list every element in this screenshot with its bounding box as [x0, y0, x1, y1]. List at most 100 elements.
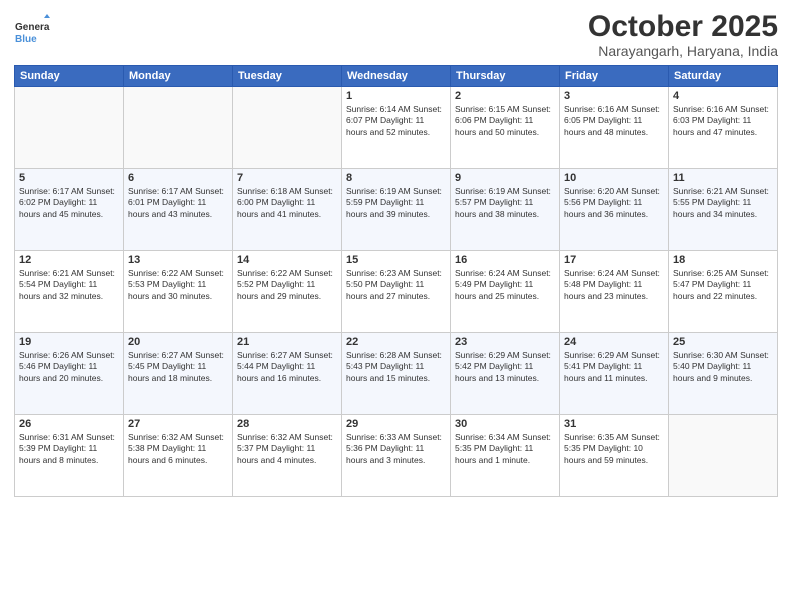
svg-text:Blue: Blue	[15, 34, 37, 45]
day-number: 3	[564, 90, 664, 102]
calendar-cell-2-2: 6 Sunrise: 6:17 AM Sunset: 6:01 PM Daylig…	[124, 169, 233, 251]
day-number: 5	[19, 172, 119, 184]
day-number: 11	[673, 172, 773, 184]
day-number: 8	[346, 172, 446, 184]
day-info: Sunrise: 6:22 AM Sunset: 5:52 PM Dayligh…	[237, 268, 337, 302]
calendar-cell-5-3: 28 Sunrise: 6:32 AM Sunset: 5:37 PM Dayli…	[233, 415, 342, 497]
day-number: 1	[346, 90, 446, 102]
calendar-week-5: 26Sunrise: 6:31 AM Sunset: 5:39 PM Dayli…	[15, 415, 778, 497]
header-thursday: Thursday	[451, 66, 560, 87]
day-info: Sunrise: 6:35 AM Sunset: 5:35 PM Dayligh…	[564, 432, 664, 466]
calendar-cell-3-7: 18 Sunrise: 6:25 AM Sunset: 5:47 PM Dayli…	[669, 251, 778, 333]
day-info: Sunrise: 6:21 AM Sunset: 5:54 PM Dayligh…	[19, 268, 119, 302]
calendar-cell-2-5: 9 Sunrise: 6:19 AM Sunset: 5:57 PM Daylig…	[451, 169, 560, 251]
day-info: Sunrise: 6:29 AM Sunset: 5:41 PM Dayligh…	[564, 350, 664, 384]
calendar-cell-1-2	[124, 87, 233, 169]
calendar-week-1: 1 Sunrise: 6:14 AM Sunset: 6:07 PM Daylig…	[15, 87, 778, 169]
title-block: October 2025 Narayangarh, Haryana, India	[588, 10, 778, 59]
day-number: 23	[455, 336, 555, 348]
day-number: 12	[19, 254, 119, 266]
calendar-cell-5-1: 26Sunrise: 6:31 AM Sunset: 5:39 PM Dayli…	[15, 415, 124, 497]
calendar-cell-3-1: 12 Sunrise: 6:21 AM Sunset: 5:54 PM Dayli…	[15, 251, 124, 333]
day-info: Sunrise: 6:16 AM Sunset: 6:05 PM Dayligh…	[564, 104, 664, 138]
calendar-cell-1-6: 3 Sunrise: 6:16 AM Sunset: 6:05 PM Daylig…	[560, 87, 669, 169]
calendar-week-2: 5 Sunrise: 6:17 AM Sunset: 6:02 PM Daylig…	[15, 169, 778, 251]
calendar-cell-1-5: 2 Sunrise: 6:15 AM Sunset: 6:06 PM Daylig…	[451, 87, 560, 169]
calendar-cell-3-2: 13Sunrise: 6:22 AM Sunset: 5:53 PM Dayli…	[124, 251, 233, 333]
calendar-cell-3-5: 16 Sunrise: 6:24 AM Sunset: 5:49 PM Dayli…	[451, 251, 560, 333]
day-info: Sunrise: 6:18 AM Sunset: 6:00 PM Dayligh…	[237, 186, 337, 220]
calendar-cell-3-6: 17 Sunrise: 6:24 AM Sunset: 5:48 PM Dayli…	[560, 251, 669, 333]
day-number: 10	[564, 172, 664, 184]
day-info: Sunrise: 6:23 AM Sunset: 5:50 PM Dayligh…	[346, 268, 446, 302]
day-number: 29	[346, 418, 446, 430]
day-info: Sunrise: 6:32 AM Sunset: 5:37 PM Dayligh…	[237, 432, 337, 466]
calendar-cell-3-3: 14 Sunrise: 6:22 AM Sunset: 5:52 PM Dayli…	[233, 251, 342, 333]
calendar-cell-1-1	[15, 87, 124, 169]
calendar-cell-4-6: 24 Sunrise: 6:29 AM Sunset: 5:41 PM Dayli…	[560, 333, 669, 415]
page-header: General Blue October 2025 Narayangarh, H…	[14, 10, 778, 59]
day-number: 18	[673, 254, 773, 266]
day-info: Sunrise: 6:14 AM Sunset: 6:07 PM Dayligh…	[346, 104, 446, 138]
calendar-header-row: Sunday Monday Tuesday Wednesday Thursday…	[15, 66, 778, 87]
calendar-cell-4-2: 20Sunrise: 6:27 AM Sunset: 5:45 PM Dayli…	[124, 333, 233, 415]
day-number: 17	[564, 254, 664, 266]
day-number: 26	[19, 418, 119, 430]
header-monday: Monday	[124, 66, 233, 87]
day-info: Sunrise: 6:17 AM Sunset: 6:02 PM Dayligh…	[19, 186, 119, 220]
calendar-cell-4-7: 25 Sunrise: 6:30 AM Sunset: 5:40 PM Dayli…	[669, 333, 778, 415]
day-number: 27	[128, 418, 228, 430]
day-info: Sunrise: 6:24 AM Sunset: 5:48 PM Dayligh…	[564, 268, 664, 302]
calendar-cell-4-4: 22Sunrise: 6:28 AM Sunset: 5:43 PM Dayli…	[342, 333, 451, 415]
day-number: 22	[346, 336, 446, 348]
calendar-cell-1-7: 4 Sunrise: 6:16 AM Sunset: 6:03 PM Daylig…	[669, 87, 778, 169]
day-info: Sunrise: 6:34 AM Sunset: 5:35 PM Dayligh…	[455, 432, 555, 466]
day-number: 16	[455, 254, 555, 266]
calendar-cell-4-1: 19 Sunrise: 6:26 AM Sunset: 5:46 PM Dayli…	[15, 333, 124, 415]
calendar-cell-5-4: 29Sunrise: 6:33 AM Sunset: 5:36 PM Dayli…	[342, 415, 451, 497]
header-friday: Friday	[560, 66, 669, 87]
calendar-cell-5-5: 30Sunrise: 6:34 AM Sunset: 5:35 PM Dayli…	[451, 415, 560, 497]
calendar-cell-5-6: 31 Sunrise: 6:35 AM Sunset: 5:35 PM Dayli…	[560, 415, 669, 497]
day-number: 31	[564, 418, 664, 430]
day-info: Sunrise: 6:19 AM Sunset: 5:57 PM Dayligh…	[455, 186, 555, 220]
day-info: Sunrise: 6:30 AM Sunset: 5:40 PM Dayligh…	[673, 350, 773, 384]
day-number: 9	[455, 172, 555, 184]
day-info: Sunrise: 6:19 AM Sunset: 5:59 PM Dayligh…	[346, 186, 446, 220]
day-info: Sunrise: 6:20 AM Sunset: 5:56 PM Dayligh…	[564, 186, 664, 220]
calendar-cell-2-1: 5 Sunrise: 6:17 AM Sunset: 6:02 PM Daylig…	[15, 169, 124, 251]
day-info: Sunrise: 6:25 AM Sunset: 5:47 PM Dayligh…	[673, 268, 773, 302]
day-info: Sunrise: 6:15 AM Sunset: 6:06 PM Dayligh…	[455, 104, 555, 138]
logo: General Blue	[14, 14, 50, 50]
day-info: Sunrise: 6:17 AM Sunset: 6:01 PM Dayligh…	[128, 186, 228, 220]
header-sunday: Sunday	[15, 66, 124, 87]
day-info: Sunrise: 6:27 AM Sunset: 5:45 PM Dayligh…	[128, 350, 228, 384]
calendar-cell-2-4: 8 Sunrise: 6:19 AM Sunset: 5:59 PM Daylig…	[342, 169, 451, 251]
day-number: 25	[673, 336, 773, 348]
day-number: 7	[237, 172, 337, 184]
calendar-cell-3-4: 15 Sunrise: 6:23 AM Sunset: 5:50 PM Dayli…	[342, 251, 451, 333]
header-saturday: Saturday	[669, 66, 778, 87]
calendar-cell-2-3: 7 Sunrise: 6:18 AM Sunset: 6:00 PM Daylig…	[233, 169, 342, 251]
day-info: Sunrise: 6:16 AM Sunset: 6:03 PM Dayligh…	[673, 104, 773, 138]
day-info: Sunrise: 6:27 AM Sunset: 5:44 PM Dayligh…	[237, 350, 337, 384]
calendar-cell-1-4: 1 Sunrise: 6:14 AM Sunset: 6:07 PM Daylig…	[342, 87, 451, 169]
day-number: 28	[237, 418, 337, 430]
svg-text:General: General	[15, 22, 50, 33]
day-number: 14	[237, 254, 337, 266]
day-number: 2	[455, 90, 555, 102]
location-title: Narayangarh, Haryana, India	[588, 43, 778, 59]
day-number: 6	[128, 172, 228, 184]
calendar-cell-2-7: 11Sunrise: 6:21 AM Sunset: 5:55 PM Dayli…	[669, 169, 778, 251]
calendar-cell-5-7	[669, 415, 778, 497]
header-tuesday: Tuesday	[233, 66, 342, 87]
calendar-table: Sunday Monday Tuesday Wednesday Thursday…	[14, 65, 778, 497]
day-number: 24	[564, 336, 664, 348]
header-wednesday: Wednesday	[342, 66, 451, 87]
day-number: 4	[673, 90, 773, 102]
day-number: 19	[19, 336, 119, 348]
day-info: Sunrise: 6:26 AM Sunset: 5:46 PM Dayligh…	[19, 350, 119, 384]
day-info: Sunrise: 6:24 AM Sunset: 5:49 PM Dayligh…	[455, 268, 555, 302]
calendar-week-4: 19 Sunrise: 6:26 AM Sunset: 5:46 PM Dayli…	[15, 333, 778, 415]
day-number: 15	[346, 254, 446, 266]
